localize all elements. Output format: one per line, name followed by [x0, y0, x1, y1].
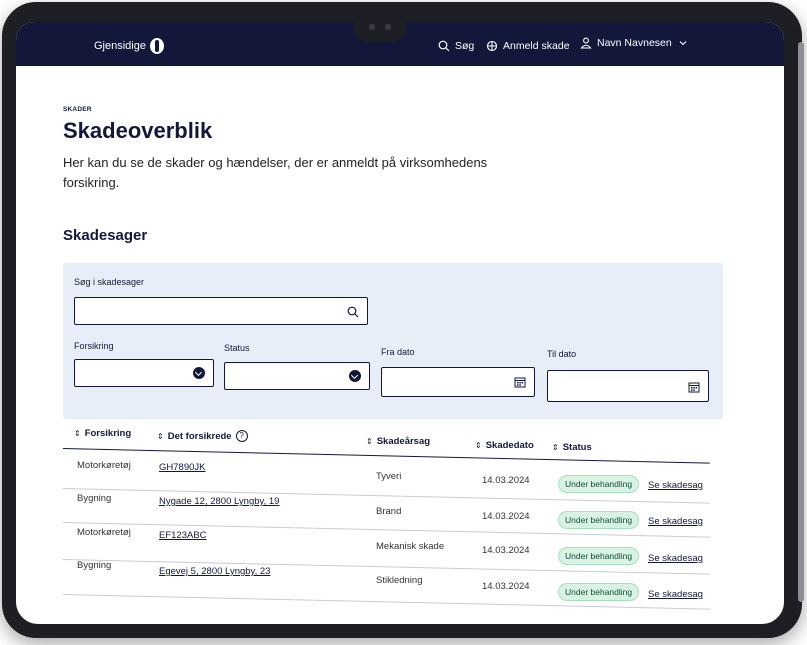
page-intro: Her kan du se de skader og hændelser, de…	[63, 155, 488, 190]
search-icon[interactable]	[347, 306, 359, 318]
fra-dato-field[interactable]	[381, 367, 535, 397]
sort-icon: ⇕	[74, 429, 81, 438]
see-claim-link[interactable]: Se skadesag	[648, 480, 703, 491]
column-header-label: Skadeårsag	[376, 436, 431, 447]
cell-dato: 14.03.2024	[482, 475, 530, 486]
status-badge: Under behandling	[558, 511, 640, 529]
help-icon[interactable]: ?	[235, 430, 248, 442]
forsikring-label: Forsikring	[74, 341, 114, 351]
chevron-down-icon	[349, 370, 361, 382]
cell-dato: 14.03.2024	[482, 511, 530, 522]
column-header-forsikring[interactable]: ⇕ Forsikring	[74, 428, 131, 439]
sort-icon: ⇕	[552, 443, 559, 452]
cell-forsikrede-link[interactable]: EF123ABC	[159, 530, 207, 541]
sort-icon: ⇕	[157, 431, 164, 441]
column-header-label: Det forsikrede	[167, 430, 232, 442]
brand-mark-icon	[149, 38, 164, 54]
search-input[interactable]	[74, 297, 368, 325]
sort-icon: ⇕	[475, 441, 482, 450]
til-dato-field[interactable]	[547, 370, 709, 402]
cell-forsikring: Motorkøretøj	[77, 460, 131, 471]
nav-search-button[interactable]: Søg	[438, 40, 474, 52]
column-header-label: Forsikring	[84, 428, 132, 439]
breadcrumb: SKADER	[63, 106, 92, 113]
cell-forsikring: Bygning	[77, 493, 112, 504]
device-side-button	[798, 42, 804, 602]
nav-user-menu[interactable]: Navn Navnesen	[580, 37, 689, 49]
see-claim-link[interactable]: Se skadesag	[648, 553, 703, 564]
column-header-label: Skadedato	[485, 440, 534, 451]
cell-forsikring: Bygning	[77, 560, 112, 571]
cell-forsikrede-link[interactable]: Egevej 5, 2800 Lyngby, 23	[159, 566, 270, 577]
cell-forsikrede-link[interactable]: Nygade 12, 2800 Lyngby, 19	[159, 496, 279, 507]
status-label: Status	[224, 343, 250, 353]
app-screen: Gjensidige Søg Anmeld skade Navn Navnese…	[16, 22, 784, 624]
status-select[interactable]	[224, 362, 370, 390]
calendar-icon[interactable]	[514, 376, 526, 388]
cell-aarsag: Tyveri	[376, 471, 402, 482]
til-dato-label: Til dato	[547, 349, 577, 359]
column-header-skadedato[interactable]: ⇕ Skadedato	[475, 440, 534, 451]
status-badge: Under behandling	[558, 583, 640, 601]
cell-dato: 14.03.2024	[482, 581, 530, 592]
see-claim-link[interactable]: Se skadesag	[648, 589, 703, 600]
status-badge: Under behandling	[558, 547, 640, 565]
nav-report-claim-button[interactable]: Anmeld skade	[486, 40, 570, 52]
search-icon	[438, 40, 450, 52]
user-icon	[580, 37, 592, 49]
cell-dato: 14.03.2024	[482, 545, 530, 556]
column-header-status[interactable]: ⇕ Status	[552, 442, 592, 453]
page-title: Skadeoverblik	[63, 118, 213, 143]
forsikring-select[interactable]	[74, 359, 214, 387]
brand-logo[interactable]: Gjensidige	[94, 38, 164, 54]
cell-aarsag: Brand	[376, 506, 402, 517]
fra-dato-label: Fra dato	[381, 347, 415, 357]
cell-forsikrede-link[interactable]: GH7890JK	[159, 462, 205, 473]
status-badge: Under behandling	[558, 475, 640, 493]
report-icon	[486, 40, 498, 52]
filter-panel: Søg i skadesager Forsikring Status Fra d…	[63, 263, 723, 419]
cell-aarsag: Stikledning	[376, 575, 423, 586]
chevron-down-icon	[679, 41, 687, 46]
tablet-frame: Gjensidige Søg Anmeld skade Navn Navnese…	[2, 2, 804, 638]
section-title: Skadesager	[63, 227, 148, 244]
brand-name: Gjensidige	[94, 40, 146, 52]
search-label: Søg i skadesager	[74, 277, 145, 287]
nav-user-label: Navn Navnesen	[597, 37, 672, 49]
nav-search-label: Søg	[455, 40, 475, 52]
cell-aarsag: Mekanisk skade	[376, 541, 445, 552]
nav-report-label: Anmeld skade	[503, 40, 570, 52]
calendar-icon[interactable]	[688, 381, 700, 393]
column-header-label: Status	[562, 442, 592, 453]
cell-forsikring: Motorkøretøj	[77, 527, 131, 538]
chevron-down-icon	[193, 367, 205, 379]
camera-notch	[354, 16, 406, 42]
see-claim-link[interactable]: Se skadesag	[648, 516, 703, 527]
column-header-skadeaarsag[interactable]: ⇕ Skadeårsag	[366, 436, 430, 447]
column-header-forsikrede[interactable]: ⇕ Det forsikrede ?	[157, 430, 248, 442]
sort-icon: ⇕	[366, 437, 373, 446]
